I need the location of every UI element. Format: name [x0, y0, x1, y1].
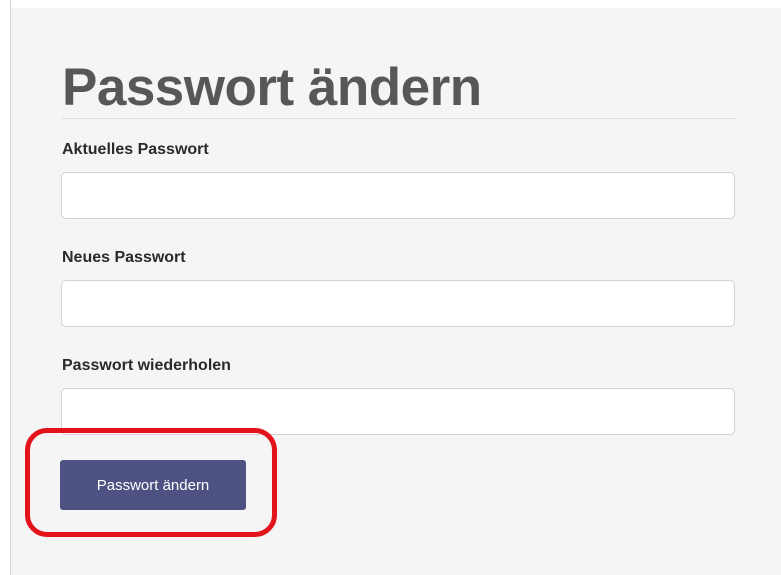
change-password-button[interactable]: Passwort ändern: [60, 460, 246, 510]
title-divider: [62, 118, 736, 119]
current-password-label: Aktuelles Passwort: [62, 141, 209, 158]
new-password-label: Neues Passwort: [62, 249, 186, 266]
repeat-password-label: Passwort wiederholen: [62, 357, 231, 374]
new-password-input[interactable]: [61, 280, 735, 327]
page-title: Passwort ändern: [62, 58, 482, 117]
repeat-password-input[interactable]: [61, 388, 735, 435]
current-password-input[interactable]: [61, 172, 735, 219]
